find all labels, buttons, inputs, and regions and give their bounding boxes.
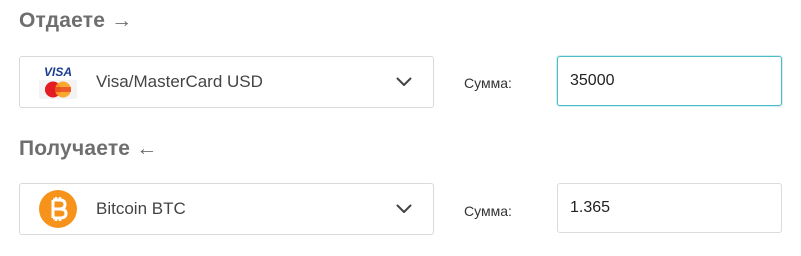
- receive-sum-label: Сумма:: [464, 203, 512, 219]
- give-currency-select[interactable]: VISA Visa/MasterCard USD: [19, 56, 434, 108]
- svg-text:VISA: VISA: [44, 65, 72, 79]
- receive-currency-label: Bitcoin BTC: [96, 199, 186, 218]
- receive-currency-select[interactable]: Bitcoin BTC: [19, 183, 434, 235]
- give-section-title: Отдаете →: [19, 9, 132, 33]
- give-amount-input[interactable]: [557, 56, 782, 106]
- receive-amount-input[interactable]: [557, 183, 782, 233]
- give-title-text: Отдаете: [19, 9, 106, 32]
- give-currency-label: Visa/MasterCard USD: [96, 72, 263, 91]
- visa-mastercard-logo-icon: VISA: [38, 62, 78, 102]
- left-arrow-icon: ←: [136, 137, 158, 160]
- chevron-down-icon: [393, 71, 415, 93]
- right-arrow-icon: →: [111, 9, 133, 32]
- receive-section-title: Получаете ←: [19, 137, 157, 161]
- bitcoin-logo-icon: [38, 189, 78, 229]
- receive-title-text: Получаете: [19, 137, 131, 160]
- give-sum-label: Сумма:: [464, 75, 512, 91]
- chevron-down-icon: [393, 198, 415, 220]
